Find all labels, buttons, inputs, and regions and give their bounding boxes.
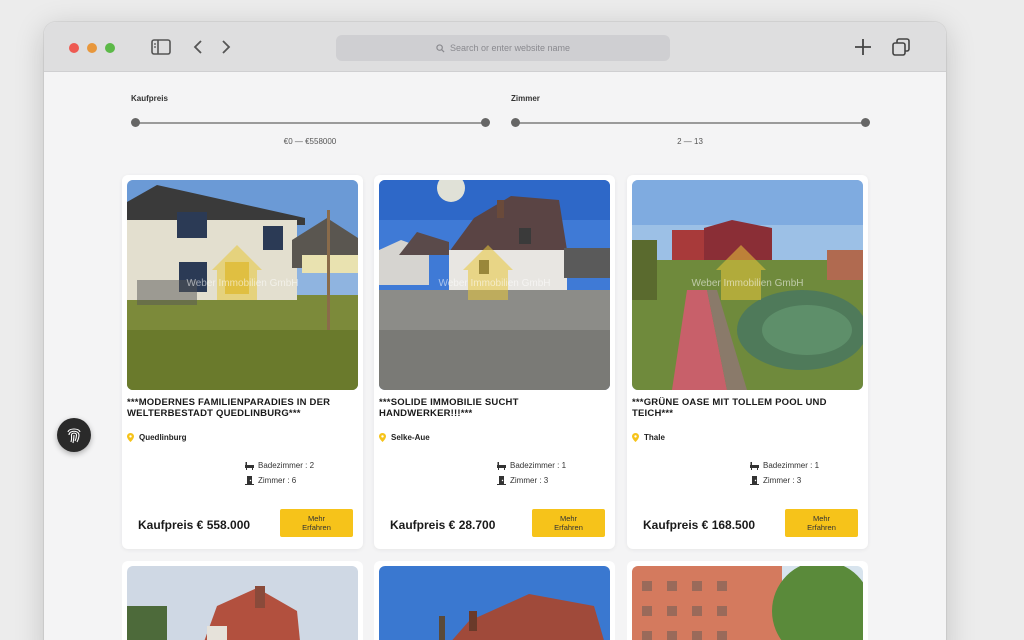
rooms-info: Zimmer : 3 [750,476,801,485]
rooms-filter-label: Zimmer [511,94,540,103]
location-pin-icon [379,433,386,442]
fingerprint-icon [67,428,81,444]
browser-toolbar: Search or enter website name [44,22,946,72]
listing-card[interactable]: Weber Immobilien GmbH ***SOLIDE IMMOBILI… [374,175,615,549]
search-icon [436,43,445,53]
location-text: Quedlinburg [139,433,187,442]
price-filter-label: Kaufpreis [131,94,168,103]
door-icon [245,476,254,485]
sidebar-toggle-icon[interactable] [150,36,172,58]
browser-window: Search or enter website name Kaufpreis €… [44,22,946,640]
listing-card[interactable] [374,561,615,640]
more-info-button[interactable]: Mehr Erfahren [785,509,858,537]
rooms-text: Zimmer : 6 [258,476,297,485]
address-placeholder: Search or enter website name [449,43,571,53]
listing-price: Kaufpreis € 558.000 [138,518,251,532]
rooms-slider-max-handle[interactable] [861,118,870,127]
page-content: Kaufpreis €0 — €558000 Zimmer 2 — 13 Web… [44,73,946,640]
bathtub-icon [497,461,506,470]
more-info-button[interactable]: Mehr Erfahren [532,509,605,537]
listing-title[interactable]: ***GRÜNE OASE MIT TOLLEM POOL UND TEICH*… [632,397,863,419]
listing-photo[interactable] [379,566,610,640]
listing-photo[interactable] [127,566,358,640]
tab-overview-icon[interactable] [890,36,912,58]
listing-location: Selke-Aue [379,433,430,442]
location-text: Selke-Aue [391,433,430,442]
rooms-slider-min-handle[interactable] [511,118,520,127]
listing-title[interactable]: ***MODERNES FAMILIENPARADIES IN DER WELT… [127,397,358,419]
close-window-button[interactable] [69,43,79,53]
location-pin-icon [127,433,134,442]
forward-arrow-icon[interactable] [218,36,234,58]
bathrooms-text: Badezimmer : 1 [763,461,820,470]
maximize-window-button[interactable] [105,43,115,53]
bathrooms-info: Badezimmer : 1 [497,461,566,470]
bathrooms-text: Badezimmer : 1 [510,461,567,470]
listing-photo[interactable] [632,566,863,640]
listing-card[interactable] [122,561,363,640]
location-text: Thale [644,433,665,442]
rooms-slider[interactable] [511,118,870,127]
photo-watermark: Weber Immobilien GmbH [438,278,551,289]
listing-location: Thale [632,433,665,442]
photo-watermark: Weber Immobilien GmbH [186,278,299,289]
listing-price: Kaufpreis € 28.700 [390,518,496,532]
price-slider-max-handle[interactable] [481,118,490,127]
price-range-text: €0 — €558000 [283,137,337,146]
listing-card[interactable]: Weber Immobilien GmbH ***GRÜNE OASE MIT … [627,175,868,549]
location-pin-icon [632,433,639,442]
rooms-text: Zimmer : 3 [510,476,549,485]
price-slider-min-handle[interactable] [131,118,140,127]
bathrooms-info: Badezimmer : 1 [750,461,819,470]
photo-watermark: Weber Immobilien GmbH [691,278,804,289]
listing-price: Kaufpreis € 168.500 [643,518,756,532]
minimize-window-button[interactable] [87,43,97,53]
rooms-text: Zimmer : 3 [763,476,802,485]
rooms-range-text: 2 — 13 [677,137,703,146]
listing-photo[interactable]: Weber Immobilien GmbH [632,180,863,390]
door-icon [750,476,759,485]
back-arrow-icon[interactable] [190,36,206,58]
bathrooms-info: Badezimmer : 2 [245,461,314,470]
address-bar[interactable]: Search or enter website name [336,35,670,61]
listing-title[interactable]: ***SOLIDE IMMOBILIE SUCHT HANDWERKER!!!*… [379,397,610,419]
listing-card[interactable]: Weber Immobilien GmbH ***MODERNES FAMILI… [122,175,363,549]
bathtub-icon [245,461,254,470]
listing-location: Quedlinburg [127,433,187,442]
rooms-info: Zimmer : 3 [497,476,548,485]
new-tab-plus-icon[interactable] [852,36,874,58]
rooms-info: Zimmer : 6 [245,476,296,485]
listing-card[interactable] [627,561,868,640]
listing-photo[interactable]: Weber Immobilien GmbH [379,180,610,390]
listing-photo[interactable]: Weber Immobilien GmbH [127,180,358,390]
bathtub-icon [750,461,759,470]
price-slider[interactable] [131,118,490,127]
door-icon [497,476,506,485]
bathrooms-text: Badezimmer : 2 [258,461,315,470]
more-info-button[interactable]: Mehr Erfahren [280,509,353,537]
fingerprint-button[interactable] [57,418,91,452]
